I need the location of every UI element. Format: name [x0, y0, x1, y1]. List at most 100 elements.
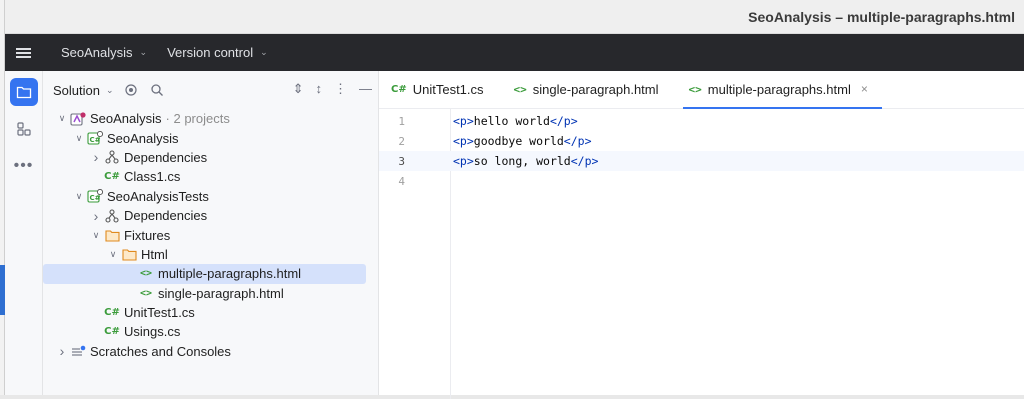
chevron-down-icon[interactable]: ∨: [72, 133, 86, 144]
structure-tool-button[interactable]: [10, 115, 38, 143]
vcs-widget[interactable]: Version control ⌄: [167, 45, 268, 60]
tree-node-label: SeoAnalysis: [107, 130, 179, 146]
close-tag: </p>: [549, 114, 578, 128]
tree-node[interactable]: <> multiple-paragraphs.html: [43, 264, 366, 284]
csharp-file-icon: C#: [104, 326, 120, 338]
svg-text:C#: C#: [90, 136, 101, 144]
chevron-right-icon[interactable]: ›: [89, 149, 103, 165]
solution-panel: Solution ⌄ ⇕ ↕ ⋮ — ∨ SeoAnalysis · 2 proje…: [43, 71, 379, 395]
chevron-right-icon[interactable]: ›: [55, 343, 69, 359]
project-tool-button[interactable]: [9, 78, 38, 106]
tool-window-strip: •••: [5, 71, 43, 395]
tree-node[interactable]: ∨ Html: [43, 245, 378, 264]
project-count: · 2 projects: [165, 111, 230, 127]
open-tag: <p>: [453, 134, 474, 148]
open-tag: <p>: [453, 114, 474, 128]
csharp-file-icon: C#: [104, 307, 120, 319]
tree-node-label: Html: [141, 246, 168, 262]
collapse-all-icon[interactable]: ↕: [316, 81, 323, 97]
tree-node-label: Dependencies: [124, 149, 208, 165]
chevron-down-icon[interactable]: ∨: [106, 249, 120, 260]
editor-tabs: C# UnitTest1.cs <> single-paragraph.html <> m…: [379, 71, 1024, 109]
editor-tab[interactable]: <> multiple-paragraphs.html ×: [682, 70, 883, 109]
csharp-file-icon: C#: [104, 171, 120, 183]
close-icon[interactable]: ×: [861, 82, 868, 96]
html-file-icon: <>: [139, 287, 153, 299]
code-line: 3 <p>so long, world</p>: [379, 151, 1024, 171]
tree-node[interactable]: ∨ SeoAnalysis · 2 projects: [43, 109, 378, 128]
main-toolbar: SeoAnalysis ⌄ Version control ⌄: [5, 34, 1024, 71]
search-icon[interactable]: [150, 83, 164, 97]
html-file-icon: <>: [513, 82, 527, 96]
chevron-down-icon: ⌄: [260, 47, 268, 57]
svg-text:C#: C#: [90, 194, 101, 202]
solution-tree: ∨ SeoAnalysis · 2 projects ∨ C# SeoAnalysis › D…: [43, 109, 378, 361]
chevron-right-icon[interactable]: ›: [89, 208, 103, 224]
chevron-down-icon[interactable]: ⌄: [106, 85, 114, 96]
tree-node[interactable]: ∨ C# SeoAnalysisTests: [43, 187, 378, 206]
tree-node-label: UnitTest1.cs: [124, 305, 195, 321]
folder-icon: [103, 229, 121, 242]
tree-node-label: multiple-paragraphs.html: [158, 266, 302, 282]
hamburger-icon: [15, 46, 31, 60]
close-tag: </p>: [563, 134, 592, 148]
csharp-file-icon: C#: [391, 83, 407, 95]
more-icon: •••: [13, 157, 34, 174]
chevron-down-icon: ⌄: [139, 47, 148, 57]
tree-node[interactable]: ∨ Fixtures: [43, 225, 378, 244]
main-menu-button[interactable]: [5, 34, 41, 71]
tree-node-label: Usings.cs: [124, 324, 181, 340]
editor-tab[interactable]: C# UnitTest1.cs: [385, 70, 498, 108]
solution-icon: [69, 112, 87, 126]
editor-tab-label: single-paragraph.html: [532, 81, 659, 97]
tree-node[interactable]: C# UnitTest1.cs: [43, 303, 378, 322]
code-text: <p>goodbye world</p>: [453, 134, 592, 148]
tree-node[interactable]: ∨ C# SeoAnalysis: [43, 128, 378, 147]
editor-tab-label: multiple-paragraphs.html: [707, 81, 851, 97]
more-tool-windows-button[interactable]: •••: [10, 152, 38, 180]
editor-tab-label: UnitTest1.cs: [412, 81, 484, 97]
tree-node-label: Class1.cs: [124, 169, 181, 185]
line-number: 3: [398, 154, 405, 168]
tree-node[interactable]: C# Usings.cs: [43, 322, 378, 341]
tree-node-label: Fixtures: [124, 227, 171, 243]
folder-icon: [120, 248, 138, 261]
tree-node[interactable]: › Scratches and Consoles: [43, 342, 378, 361]
html-file-icon: <>: [139, 268, 153, 280]
title-bar[interactable]: SeoAnalysis – multiple-paragraphs.html: [5, 0, 1024, 34]
code-line: 2 <p>goodbye world</p>: [379, 131, 1024, 151]
editor-tab[interactable]: <> single-paragraph.html: [508, 70, 673, 108]
open-tag: <p>: [453, 154, 474, 168]
tree-node-label: Scratches and Consoles: [90, 343, 231, 359]
hide-panel-icon[interactable]: —: [359, 81, 372, 97]
chevron-down-icon[interactable]: ∨: [72, 191, 86, 202]
tree-node[interactable]: › Dependencies: [43, 206, 378, 225]
expand-all-icon[interactable]: ⇕: [293, 81, 304, 97]
structure-icon: [16, 122, 31, 136]
tree-node[interactable]: <> single-paragraph.html: [43, 284, 378, 303]
code-line: 4: [379, 171, 1024, 191]
tree-node-label: Dependencies: [124, 208, 208, 224]
solution-view-selector[interactable]: Solution: [53, 83, 100, 98]
filter-icon[interactable]: [124, 83, 140, 97]
tag-content: so long, world: [473, 154, 571, 168]
window-title: SeoAnalysis – multiple-paragraphs.html: [748, 9, 1015, 25]
solution-panel-header: Solution ⌄ ⇕ ↕ ⋮ —: [43, 71, 378, 109]
dependencies-icon: [103, 150, 121, 165]
tree-node-label: single-paragraph.html: [158, 285, 284, 301]
ide-window: SeoAnalysis – multiple-paragraphs.html S…: [5, 0, 1024, 399]
options-icon[interactable]: ⋮: [334, 81, 347, 97]
code-text: <p>hello world</p>: [453, 114, 578, 128]
project-widget[interactable]: SeoAnalysis ⌄: [61, 45, 147, 60]
scratches-icon: [69, 345, 87, 358]
folder-icon: [16, 86, 31, 99]
csharp-project-icon: C#: [86, 131, 104, 145]
line-number: 1: [398, 114, 405, 128]
tree-node[interactable]: C# Class1.cs: [43, 167, 378, 186]
tree-node[interactable]: › Dependencies: [43, 148, 378, 167]
chevron-down-icon[interactable]: ∨: [89, 230, 103, 241]
chevron-down-icon[interactable]: ∨: [55, 113, 69, 124]
code-editor[interactable]: 1 <p>hello world</p> 2 <p>goodbye world</p>…: [379, 109, 1024, 399]
tree-node-label: SeoAnalysis: [90, 111, 162, 127]
csharp-project-icon: C#: [86, 189, 104, 203]
